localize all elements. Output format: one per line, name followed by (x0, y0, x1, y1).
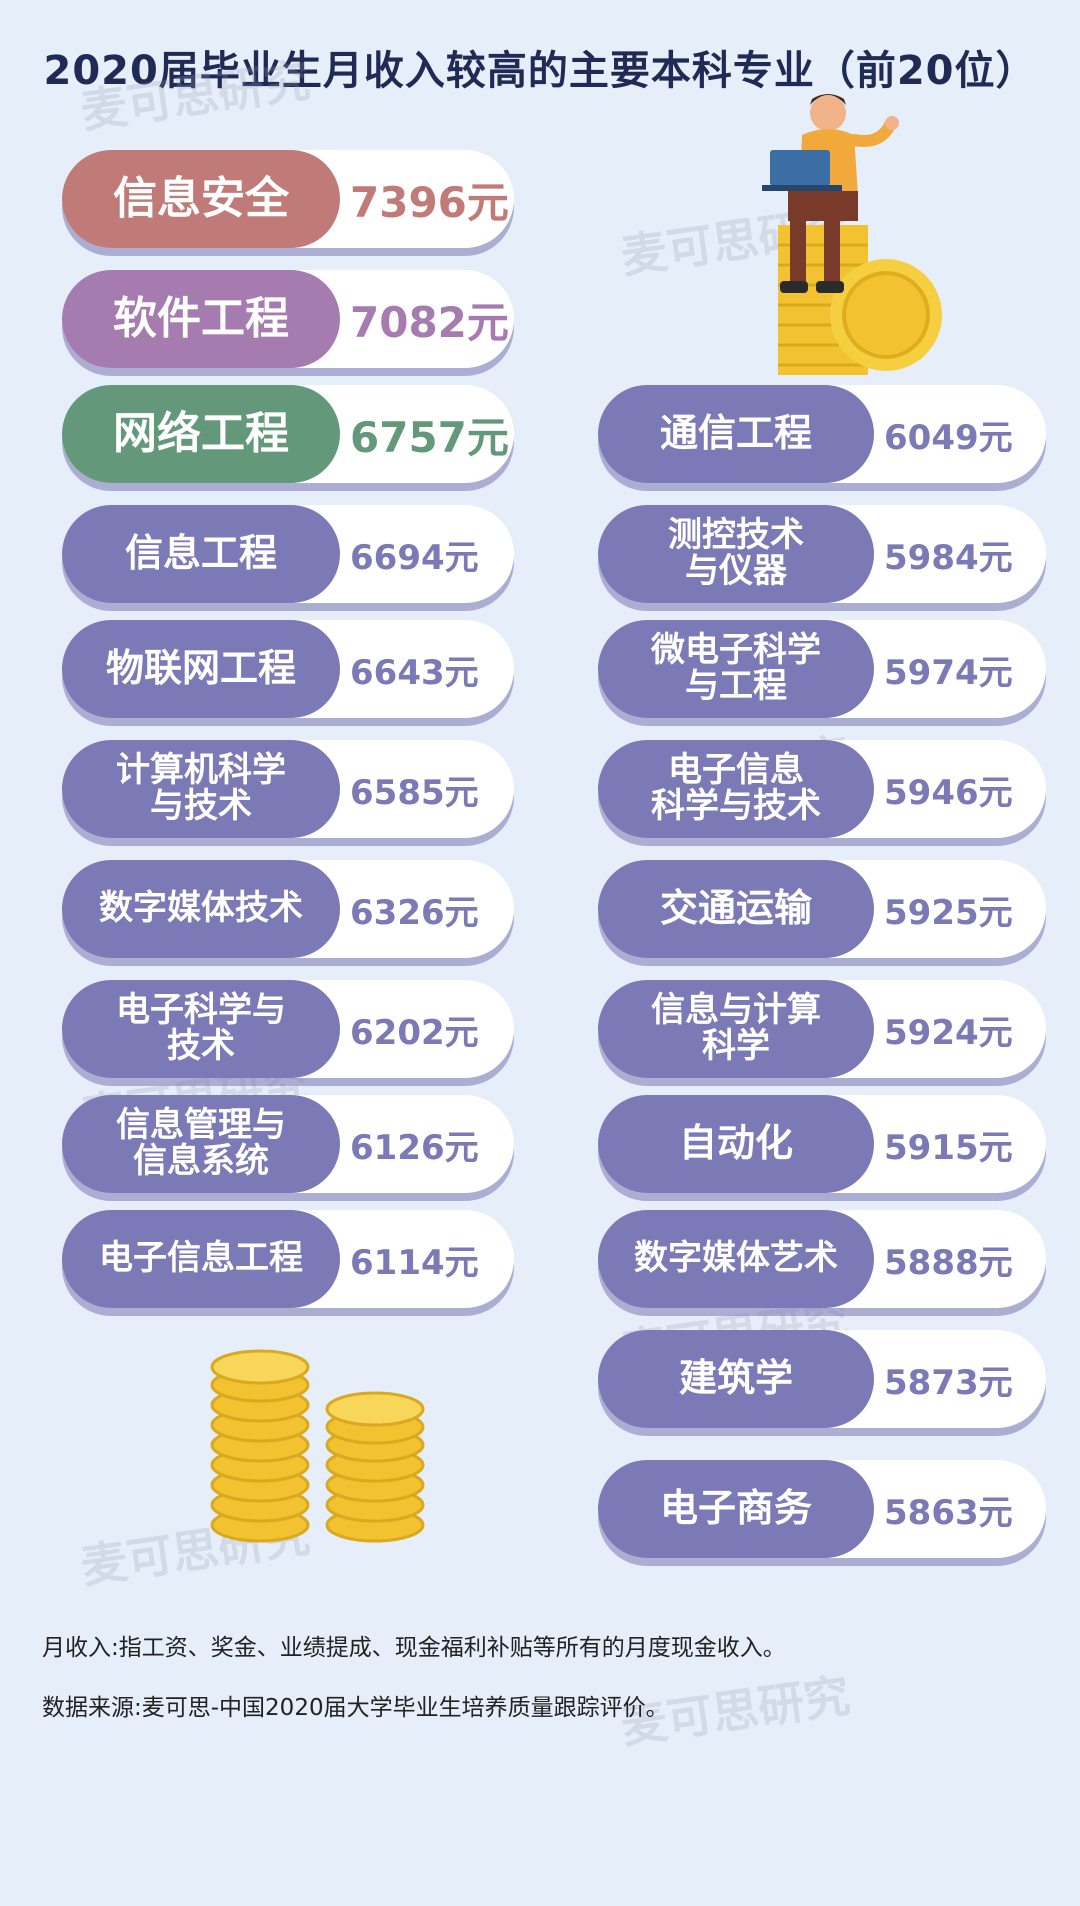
right-major-row: 测控技术 与仪器 5984元 (598, 505, 1046, 603)
major-name: 电子信息 科学与技术 (598, 740, 874, 838)
monthly-income-value: 5974元 (884, 652, 1013, 693)
major-name: 电子信息工程 (62, 1210, 340, 1308)
monthly-income-value: 6694元 (350, 537, 479, 578)
monthly-income-value: 5915元 (884, 1127, 1013, 1168)
monthly-income-value: 6643元 (350, 652, 479, 693)
major-name: 建筑学 (598, 1330, 874, 1428)
right-major-row: 自动化 5915元 (598, 1095, 1046, 1193)
monthly-income-value: 6585元 (350, 772, 479, 813)
left-major-row: 数字媒体技术 6326元 (62, 860, 514, 958)
coin-stack-illustration (210, 1349, 425, 1543)
monthly-income-value: 5925元 (884, 892, 1013, 933)
major-name: 计算机科学 与技术 (62, 740, 340, 838)
major-name: 通信工程 (598, 385, 874, 483)
major-name: 数字媒体艺术 (598, 1210, 874, 1308)
major-name: 信息管理与 信息系统 (62, 1095, 340, 1193)
note-source: 数据来源:麦可思-中国2020届大学毕业生培养质量跟踪评价。 (42, 1695, 669, 1721)
major-name: 自动化 (598, 1095, 874, 1193)
left-major-row: 信息管理与 信息系统 6126元 (62, 1095, 514, 1193)
major-name: 物联网工程 (62, 620, 340, 718)
major-name: 网络工程 (62, 385, 340, 483)
monthly-income-value: 5924元 (884, 1012, 1013, 1053)
major-name: 信息与计算 科学 (598, 980, 874, 1078)
left-major-row: 物联网工程 6643元 (62, 620, 514, 718)
note-definition: 月收入:指工资、奖金、业绩提成、现金福利补贴等所有的月度现金收入。 (42, 1635, 786, 1661)
monthly-income-value: 5888元 (884, 1242, 1013, 1283)
major-name: 交通运输 (598, 860, 874, 958)
monthly-income-value: 6049元 (884, 417, 1013, 458)
left-major-row: 信息安全 7396元 (62, 150, 514, 248)
right-major-row: 电子信息 科学与技术 5946元 (598, 740, 1046, 838)
major-name: 信息工程 (62, 505, 340, 603)
major-name: 电子科学与 技术 (62, 980, 340, 1078)
right-major-row: 微电子科学 与工程 5974元 (598, 620, 1046, 718)
monthly-income-value: 5946元 (884, 772, 1013, 813)
monthly-income-value: 6326元 (350, 892, 479, 933)
monthly-income-value: 5863元 (884, 1492, 1013, 1533)
monthly-income-value: 6114元 (350, 1242, 479, 1283)
monthly-income-value: 6126元 (350, 1127, 479, 1168)
monthly-income-value: 7396元 (350, 177, 509, 227)
major-name: 数字媒体技术 (62, 860, 340, 958)
major-name: 测控技术 与仪器 (598, 505, 874, 603)
monthly-income-value: 5873元 (884, 1362, 1013, 1403)
left-major-row: 软件工程 7082元 (62, 270, 514, 368)
right-major-row: 数字媒体艺术 5888元 (598, 1210, 1046, 1308)
monthly-income-value: 5984元 (884, 537, 1013, 578)
major-name: 微电子科学 与工程 (598, 620, 874, 718)
major-name: 软件工程 (62, 270, 340, 368)
monthly-income-value: 7082元 (350, 297, 509, 347)
major-name: 电子商务 (598, 1460, 874, 1558)
right-major-row: 电子商务 5863元 (598, 1460, 1046, 1558)
monthly-income-value: 6202元 (350, 1012, 479, 1053)
person-on-coins-illustration (762, 94, 942, 375)
left-major-row: 电子科学与 技术 6202元 (62, 980, 514, 1078)
left-major-row: 信息工程 6694元 (62, 505, 514, 603)
left-major-row: 网络工程 6757元 (62, 385, 514, 483)
right-major-row: 信息与计算 科学 5924元 (598, 980, 1046, 1078)
major-name: 信息安全 (62, 150, 340, 248)
monthly-income-value: 6757元 (350, 412, 509, 462)
right-major-row: 交通运输 5925元 (598, 860, 1046, 958)
left-major-row: 电子信息工程 6114元 (62, 1210, 514, 1308)
right-major-row: 建筑学 5873元 (598, 1330, 1046, 1428)
right-major-row: 通信工程 6049元 (598, 385, 1046, 483)
left-major-row: 计算机科学 与技术 6585元 (62, 740, 514, 838)
